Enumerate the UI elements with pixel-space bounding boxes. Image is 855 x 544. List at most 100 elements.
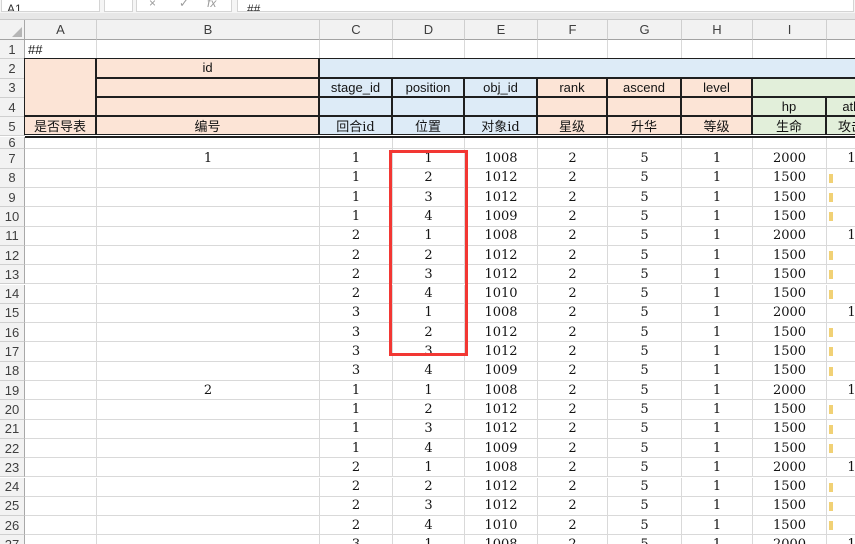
cell-j12[interactable] <box>827 246 855 265</box>
cell-j17[interactable] <box>827 342 855 361</box>
col-header-e[interactable]: E <box>465 20 538 40</box>
cell-g25[interactable]: 5 <box>608 497 682 516</box>
cell-b7[interactable]: 1 <box>97 149 320 168</box>
header-cell-r5c1[interactable]: 编号 <box>96 116 319 135</box>
header-cell-r2c0[interactable] <box>24 58 96 116</box>
col-header-h[interactable]: H <box>682 20 753 40</box>
cell-g23[interactable]: 5 <box>608 458 682 477</box>
cell-row1[interactable] <box>682 40 753 59</box>
cell-a18[interactable] <box>25 362 97 381</box>
cell-g11[interactable]: 5 <box>608 227 682 246</box>
cell-j14[interactable] <box>827 285 855 304</box>
cell-b21[interactable] <box>97 420 320 439</box>
cell-b25[interactable] <box>97 497 320 516</box>
cell-f11[interactable]: 2 <box>538 227 608 246</box>
header-cell-r4c9[interactable]: atk <box>826 97 855 116</box>
cell-row6[interactable] <box>393 137 465 150</box>
cell-i18[interactable]: 1500 <box>753 362 827 381</box>
cell-f8[interactable]: 2 <box>538 169 608 188</box>
col-header-d[interactable]: D <box>393 20 465 40</box>
cell-i27[interactable]: 2000 <box>753 535 827 544</box>
cell-a21[interactable] <box>25 420 97 439</box>
cell-g13[interactable]: 5 <box>608 265 682 284</box>
cell-row6[interactable] <box>538 137 608 150</box>
cell-d20[interactable]: 2 <box>393 400 465 419</box>
header-cell-r4c6[interactable] <box>607 97 681 116</box>
cell-g14[interactable]: 5 <box>608 285 682 304</box>
cell-b10[interactable] <box>97 207 320 226</box>
cell-row6[interactable] <box>465 137 538 150</box>
cell-e11[interactable]: 1008 <box>465 227 538 246</box>
cell-d21[interactable]: 3 <box>393 420 465 439</box>
cell-f7[interactable]: 2 <box>538 149 608 168</box>
cell-b15[interactable] <box>97 304 320 323</box>
cell-row6[interactable] <box>827 137 855 150</box>
cell-b18[interactable] <box>97 362 320 381</box>
cell-d25[interactable]: 3 <box>393 497 465 516</box>
cell-e22[interactable]: 1009 <box>465 439 538 458</box>
cell-e21[interactable]: 1012 <box>465 420 538 439</box>
cell-e25[interactable]: 1012 <box>465 497 538 516</box>
cell-g20[interactable]: 5 <box>608 400 682 419</box>
cell-a13[interactable] <box>25 265 97 284</box>
cell-g12[interactable]: 5 <box>608 246 682 265</box>
cell-g16[interactable]: 5 <box>608 323 682 342</box>
cell-f22[interactable]: 2 <box>538 439 608 458</box>
cell-h9[interactable]: 1 <box>682 188 753 207</box>
cell-h14[interactable]: 1 <box>682 285 753 304</box>
header-cell-r5c4[interactable]: 对象id <box>464 116 537 135</box>
row-header-25[interactable]: 25 <box>0 497 25 516</box>
cell-c25[interactable]: 2 <box>320 497 393 516</box>
cell-c14[interactable]: 2 <box>320 285 393 304</box>
cell-a11[interactable] <box>25 227 97 246</box>
cell-e19[interactable]: 1008 <box>465 381 538 400</box>
row-header-20[interactable]: 20 <box>0 400 25 419</box>
cell-c19[interactable]: 1 <box>320 381 393 400</box>
cell-g22[interactable]: 5 <box>608 439 682 458</box>
cell-i20[interactable]: 1500 <box>753 400 827 419</box>
cell-i21[interactable]: 1500 <box>753 420 827 439</box>
header-cell-r4c8[interactable]: hp <box>752 97 826 116</box>
header-cell-r5c0[interactable]: 是否导表 <box>24 116 96 135</box>
cell-j21[interactable] <box>827 420 855 439</box>
cell-b12[interactable] <box>97 246 320 265</box>
header-cell-r5c7[interactable]: 等级 <box>681 116 752 135</box>
cell-d23[interactable]: 1 <box>393 458 465 477</box>
row-header-7[interactable]: 7 <box>0 149 25 168</box>
row-header-27[interactable]: 27 <box>0 535 25 544</box>
cell-h23[interactable]: 1 <box>682 458 753 477</box>
cell-h24[interactable]: 1 <box>682 478 753 497</box>
cell-f12[interactable]: 2 <box>538 246 608 265</box>
row-header-1[interactable]: 1 <box>0 40 25 59</box>
cell-row6[interactable] <box>682 137 753 150</box>
cell-j16[interactable] <box>827 323 855 342</box>
cell-h22[interactable]: 1 <box>682 439 753 458</box>
cell-e10[interactable]: 1009 <box>465 207 538 226</box>
col-header-clipped[interactable] <box>827 20 855 40</box>
cell-j7[interactable]: 1 <box>827 149 855 168</box>
col-header-b[interactable]: B <box>97 20 320 40</box>
header-cell-r4c1[interactable] <box>96 97 319 116</box>
header-cell-r2c1[interactable]: id <box>96 58 319 77</box>
cell-h17[interactable]: 1 <box>682 342 753 361</box>
cell-b9[interactable] <box>97 188 320 207</box>
cell-c27[interactable]: 3 <box>320 535 393 544</box>
header-cell-r5c3[interactable]: 位置 <box>392 116 464 135</box>
row-header-9[interactable]: 9 <box>0 188 25 207</box>
cell-i13[interactable]: 1500 <box>753 265 827 284</box>
formula-input[interactable]: ## <box>237 0 854 12</box>
cell-row1[interactable] <box>753 40 827 59</box>
cell-g19[interactable]: 5 <box>608 381 682 400</box>
cell-a1[interactable]: ## <box>25 40 97 59</box>
cell-a9[interactable] <box>25 188 97 207</box>
cell-a17[interactable] <box>25 342 97 361</box>
row-header-16[interactable]: 16 <box>0 323 25 342</box>
cell-b16[interactable] <box>97 323 320 342</box>
cell-c15[interactable]: 3 <box>320 304 393 323</box>
cell-row6[interactable] <box>25 137 97 150</box>
cell-j20[interactable] <box>827 400 855 419</box>
cell-g17[interactable]: 5 <box>608 342 682 361</box>
cell-row6[interactable] <box>97 137 320 150</box>
cell-h13[interactable]: 1 <box>682 265 753 284</box>
cell-h10[interactable]: 1 <box>682 207 753 226</box>
